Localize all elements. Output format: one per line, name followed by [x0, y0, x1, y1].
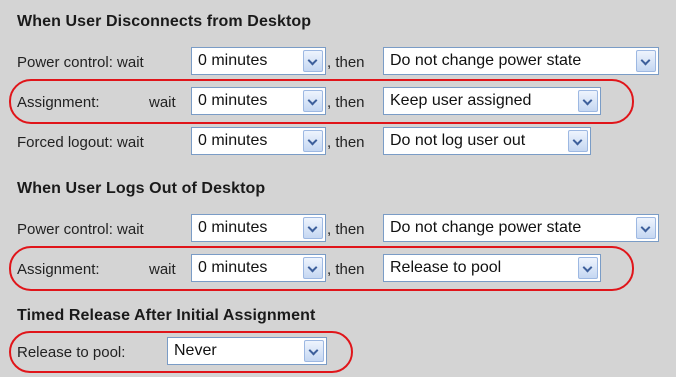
logout-assignment-row: Assignment: wait 0 minutes , then Releas… [0, 254, 676, 284]
chevron-down-icon[interactable] [636, 50, 656, 72]
chevron-down-icon[interactable] [303, 90, 323, 112]
assignment-wait-select[interactable]: 0 minutes [191, 254, 326, 282]
power-action-select[interactable]: Do not change power state [383, 214, 659, 242]
assignment-action-value: Release to pool [390, 259, 502, 276]
power-wait-value: 0 minutes [198, 52, 268, 69]
chevron-down-icon[interactable] [303, 257, 323, 279]
disconnect-logout-row: Forced logout: wait 0 minutes , then Do … [0, 127, 676, 157]
assignment-action-select[interactable]: Release to pool [383, 254, 601, 282]
assignment-wait-value: 0 minutes [198, 259, 268, 276]
chevron-down-icon[interactable] [303, 50, 323, 72]
chevron-down-icon[interactable] [304, 340, 324, 362]
logout-wait-select[interactable]: 0 minutes [191, 127, 326, 155]
release-to-pool-select[interactable]: Never [167, 337, 327, 365]
assignment-wait-label: wait [149, 261, 176, 278]
timed-release-heading: Timed Release After Initial Assignment [17, 307, 316, 324]
power-wait-select[interactable]: 0 minutes [191, 214, 326, 242]
then-label: , then [327, 94, 365, 111]
logout-heading: When User Logs Out of Desktop [17, 180, 266, 197]
chevron-down-icon[interactable] [578, 90, 598, 112]
chevron-down-icon[interactable] [636, 217, 656, 239]
assignment-label: Assignment: [17, 94, 100, 111]
power-control-label: Power control: wait [17, 54, 144, 71]
power-action-select[interactable]: Do not change power state [383, 47, 659, 75]
chevron-down-icon[interactable] [303, 130, 323, 152]
assignment-action-select[interactable]: Keep user assigned [383, 87, 601, 115]
assignment-action-value: Keep user assigned [390, 92, 532, 109]
power-control-label: Power control: wait [17, 221, 144, 238]
logout-wait-value: 0 minutes [198, 132, 268, 149]
then-label: , then [327, 221, 365, 238]
chevron-down-icon[interactable] [568, 130, 588, 152]
assignment-wait-label: wait [149, 94, 176, 111]
power-wait-select[interactable]: 0 minutes [191, 47, 326, 75]
disconnect-heading: When User Disconnects from Desktop [17, 13, 312, 30]
disconnect-assignment-row: Assignment: wait 0 minutes , then Keep u… [0, 87, 676, 117]
release-to-pool-value: Never [174, 342, 217, 359]
release-to-pool-label: Release to pool: [17, 344, 126, 361]
logout-action-select[interactable]: Do not log user out [383, 127, 591, 155]
assignment-wait-value: 0 minutes [198, 92, 268, 109]
assignment-wait-select[interactable]: 0 minutes [191, 87, 326, 115]
power-wait-value: 0 minutes [198, 219, 268, 236]
power-action-value: Do not change power state [390, 219, 582, 236]
disconnect-power-row: Power control: wait 0 minutes , then Do … [0, 47, 676, 77]
chevron-down-icon[interactable] [578, 257, 598, 279]
logout-power-row: Power control: wait 0 minutes , then Do … [0, 214, 676, 244]
chevron-down-icon[interactable] [303, 217, 323, 239]
logout-action-value: Do not log user out [390, 132, 526, 149]
assignment-label: Assignment: [17, 261, 100, 278]
power-action-value: Do not change power state [390, 52, 582, 69]
then-label: , then [327, 134, 365, 151]
then-label: , then [327, 261, 365, 278]
forced-logout-label: Forced logout: wait [17, 134, 144, 151]
timed-release-row: Release to pool: Never [0, 337, 676, 367]
then-label: , then [327, 54, 365, 71]
